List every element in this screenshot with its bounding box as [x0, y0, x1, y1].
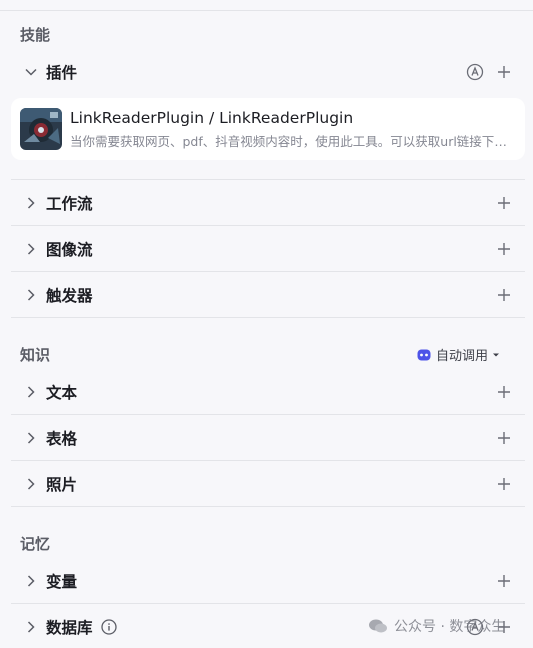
table-label: 表格 [46, 429, 78, 448]
wechat-icon [369, 619, 387, 633]
variable-label: 变量 [46, 573, 78, 591]
add-table-button[interactable] [495, 429, 513, 447]
add-plugin-button[interactable] [495, 63, 513, 81]
auto-call-dropdown[interactable]: 自动调用 [416, 345, 500, 364]
variable-row[interactable]: 变量 [11, 558, 525, 604]
circle-a-icon[interactable] [465, 62, 485, 82]
trigger-label: 触发器 [46, 286, 93, 305]
imageflow-row[interactable]: 图像流 [11, 225, 525, 271]
chevron-right-icon[interactable] [19, 569, 43, 593]
add-imageflow-button[interactable] [495, 240, 513, 258]
chevron-down-icon[interactable] [19, 60, 43, 84]
chevron-right-icon[interactable] [19, 380, 43, 404]
plugin-description: 当你需要获取网页、pdf、抖音视频内容时，使用此工具。可以获取url链接下的标题… [70, 133, 518, 149]
chevron-right-icon[interactable] [19, 472, 43, 496]
watermark-text: 公众号 · 数字众生 [394, 619, 506, 635]
top-divider [0, 10, 533, 11]
plus-icon [498, 242, 510, 255]
photo-row[interactable]: 照片 [11, 460, 525, 506]
add-workflow-button[interactable] [495, 194, 513, 212]
chevron-right-icon[interactable] [19, 615, 43, 639]
plugins-row[interactable]: 插件 [11, 49, 525, 95]
plus-icon [498, 288, 510, 301]
add-variable-button[interactable] [495, 572, 513, 590]
database-label: 数据库 [46, 618, 93, 637]
robot-icon [417, 349, 431, 360]
skills-divider [11, 317, 525, 318]
workflow-row[interactable]: 工作流 [11, 179, 525, 225]
section-title-knowledge: 知识 [20, 346, 51, 364]
plugin-thumbnail [20, 108, 62, 150]
text-label: 文本 [46, 384, 78, 402]
caret-down-icon [493, 353, 499, 356]
imageflow-label: 图像流 [46, 240, 93, 259]
chevron-right-icon[interactable] [19, 426, 43, 450]
section-title-skills: 技能 [20, 26, 51, 44]
plus-icon [498, 66, 510, 78]
text-row[interactable]: 文本 [11, 369, 525, 415]
chevron-right-icon[interactable] [19, 283, 43, 307]
chevron-right-icon[interactable] [19, 237, 43, 261]
chevron-right-icon[interactable] [19, 191, 43, 215]
add-trigger-button[interactable] [495, 286, 513, 304]
knowledge-divider [11, 506, 525, 507]
plus-icon [498, 386, 510, 398]
plugin-title: LinkReaderPlugin / LinkReaderPlugin [70, 108, 354, 127]
section-title-memory: 记忆 [20, 535, 51, 553]
trigger-row[interactable]: 触发器 [11, 271, 525, 317]
add-photo-button[interactable] [495, 475, 513, 493]
plus-icon [498, 575, 510, 587]
plus-icon [498, 477, 510, 490]
plugins-label: 插件 [46, 64, 78, 82]
workflow-label: 工作流 [46, 194, 93, 213]
plus-icon [498, 196, 510, 209]
info-icon[interactable] [101, 618, 118, 635]
photo-label: 照片 [46, 475, 78, 494]
table-row[interactable]: 表格 [11, 414, 525, 460]
auto-call-label: 自动调用 [435, 349, 488, 364]
watermark: 公众号 · 数字众生 [368, 616, 505, 636]
plugin-card[interactable]: LinkReaderPlugin / LinkReaderPlugin 当你需要… [11, 98, 525, 160]
add-text-button[interactable] [495, 383, 513, 401]
plus-icon [498, 431, 510, 444]
